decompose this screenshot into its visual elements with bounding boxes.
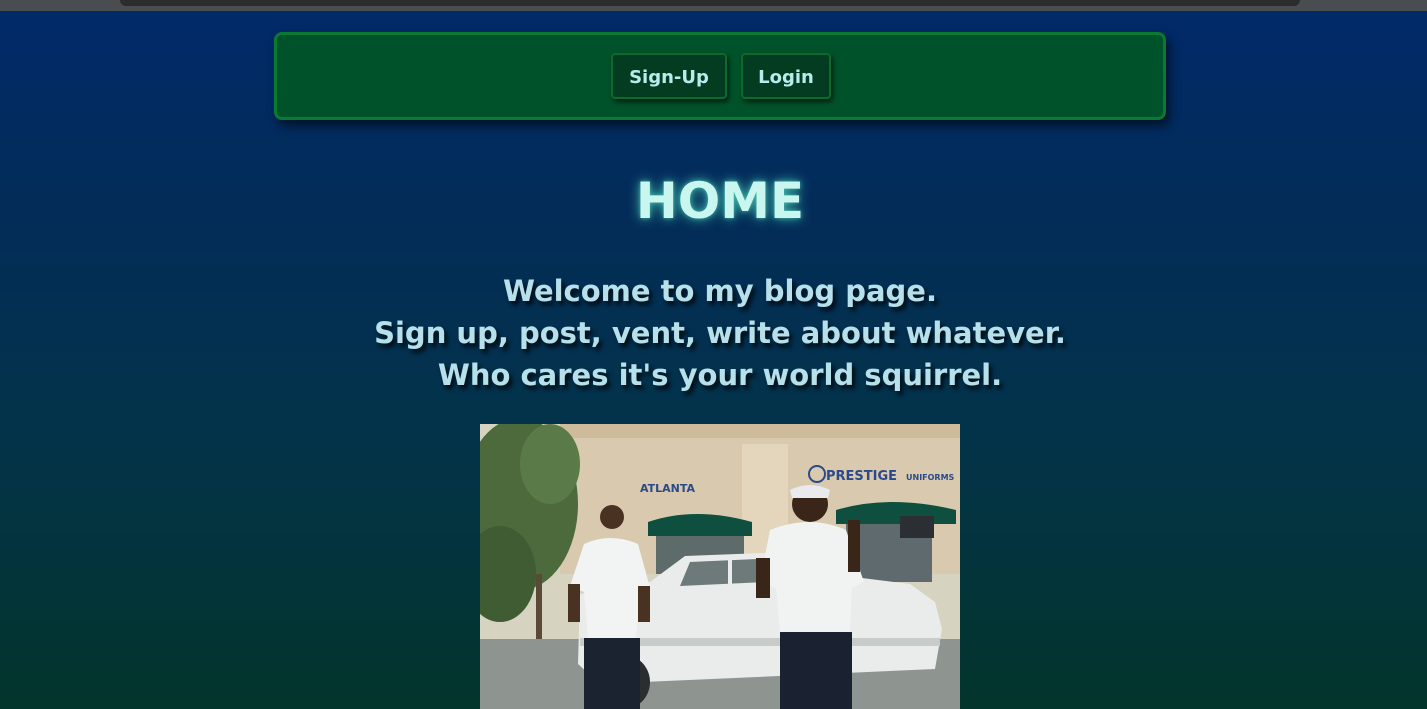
signup-button[interactable]: Sign-Up bbox=[611, 53, 727, 99]
blog-photo: ATLANTA PRESTIGE UNIFORMS bbox=[480, 424, 960, 709]
welcome-line: Who cares it's your world squirrel. bbox=[437, 358, 1003, 392]
welcome-line: Sign up, post, vent, write about whateve… bbox=[374, 316, 1066, 350]
login-button[interactable]: Login bbox=[741, 53, 831, 99]
photo-sign-left: ATLANTA bbox=[640, 482, 696, 495]
photo-sign-right-small: UNIFORMS bbox=[906, 473, 955, 482]
photo-sign-right: PRESTIGE bbox=[826, 469, 897, 484]
welcome-line: Welcome to my blog page. bbox=[502, 274, 937, 308]
browser-top-bar bbox=[0, 0, 1427, 11]
photo-illustration: ATLANTA PRESTIGE UNIFORMS bbox=[480, 424, 960, 709]
browser-top-bar-inner bbox=[120, 0, 1300, 6]
navbar: Sign-Up Login bbox=[274, 32, 1166, 120]
welcome-text: Welcome to my blog page. Sign up, post, … bbox=[0, 270, 1427, 396]
page-title: HOME bbox=[635, 172, 805, 230]
